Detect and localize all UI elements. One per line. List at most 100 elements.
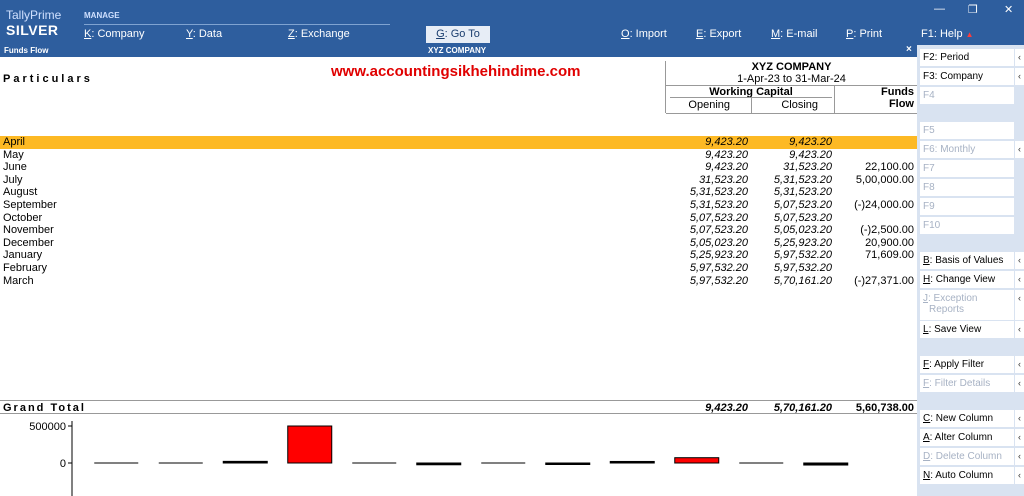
sidebar-exception-button[interactable]: J: Exception Reports: [920, 290, 1014, 320]
table-row[interactable]: July 31,523.20 5,31,523.20 5,00,000.00: [0, 174, 917, 187]
sidebar-alter-column-button[interactable]: A: Alter Column: [920, 429, 1014, 446]
menu-exchange[interactable]: Z: Exchange: [288, 28, 350, 40]
column-separator: [834, 86, 835, 113]
sidebar-f7-button[interactable]: F7: [920, 160, 1014, 177]
row-funds-flow: 22,100.00: [865, 161, 914, 174]
grand-total-flow: 5,60,738.00: [855, 402, 914, 414]
expand-arrow-icon[interactable]: ‹: [1015, 356, 1024, 373]
table-row[interactable]: May 9,423.20 9,423.20: [0, 149, 917, 162]
table-row[interactable]: January 5,25,923.20 5,97,532.20 71,609.00: [0, 249, 917, 262]
row-opening: 5,31,523.20: [689, 199, 748, 211]
row-funds-flow: (-)24,000.00: [854, 199, 914, 211]
row-closing: 5,07,523.20: [773, 199, 832, 211]
row-closing: 31,523.20: [783, 161, 832, 174]
manage-label: MANAGE: [84, 11, 120, 20]
menu-import[interactable]: O: Import: [621, 28, 667, 40]
expand-arrow-icon[interactable]: ‹: [1015, 448, 1024, 465]
sidebar-delete-column-button[interactable]: D: Delete Column: [920, 448, 1014, 465]
sidebar-f5-button[interactable]: F5: [920, 122, 1014, 139]
row-opening: 5,25,923.20: [689, 249, 748, 262]
row-closing: 5,25,923.20: [773, 236, 832, 249]
row-particular: August: [3, 186, 38, 199]
row-closing: 5,05,023.20: [773, 224, 832, 237]
menu-email[interactable]: M: E-mail: [771, 28, 817, 40]
table-row[interactable]: February 5,97,532.20 5,97,532.20: [0, 262, 917, 275]
table-row[interactable]: June 9,423.20 31,523.20 22,100.00: [0, 161, 917, 174]
chart-bar: [416, 462, 462, 466]
row-opening: 5,97,532.20: [689, 262, 748, 274]
sidebar-change-view-button[interactable]: H: Change View: [920, 271, 1014, 288]
expand-arrow-icon[interactable]: ‹: [1015, 410, 1024, 427]
row-funds-flow: (-)2,500.00: [860, 224, 914, 237]
flow-header: Flow: [888, 98, 914, 110]
row-particular: September: [3, 199, 57, 211]
table-row[interactable]: April 9,423.20 9,423.20: [0, 136, 917, 149]
table-row[interactable]: October 5,07,523.20 5,07,523.20: [0, 212, 917, 225]
expand-arrow-icon[interactable]: ‹: [1015, 429, 1024, 446]
chart-bar: [803, 462, 849, 466]
row-particular: October: [3, 211, 43, 224]
chart-bar: [609, 460, 655, 464]
sidebar-company-button[interactable]: F3: Company: [920, 68, 1014, 85]
table-row[interactable]: August 5,31,523.20 5,31,523.20: [0, 186, 917, 199]
table-row[interactable]: December 5,05,023.20 5,25,923.20 20,900.00: [0, 237, 917, 250]
expand-arrow-icon[interactable]: ‹: [1015, 252, 1024, 269]
row-opening: 5,97,532.20: [689, 274, 748, 287]
report-body: Particulars www.accountingsikhehindime.c…: [0, 57, 917, 496]
funds-header: Funds: [881, 86, 914, 98]
app-name: TallyPrime: [6, 8, 62, 22]
sidebar-new-column-button[interactable]: C: New Column: [920, 410, 1014, 427]
table-row[interactable]: November 5,07,523.20 5,05,023.20 (-)2,500.0…: [0, 224, 917, 237]
menu-export[interactable]: E: Export: [696, 28, 741, 40]
expand-arrow-icon[interactable]: ‹: [1015, 321, 1024, 338]
expand-arrow-icon[interactable]: ‹: [1015, 290, 1024, 320]
row-opening: 5,31,523.20: [689, 186, 748, 199]
table-row[interactable]: September 5,31,523.20 5,07,523.20 (-)24,000…: [0, 199, 917, 212]
expand-arrow-icon[interactable]: ‹: [1015, 271, 1024, 288]
header-company: XYZ COMPANY: [751, 61, 832, 73]
column-header: XYZ COMPANY 1-Apr-23 to 31-Mar-24: [666, 61, 917, 87]
row-closing: 5,97,532.20: [773, 262, 832, 274]
close-window-icon[interactable]: ✕: [1004, 3, 1013, 16]
row-closing: 5,70,161.20: [773, 274, 832, 287]
sidebar-basis-of-values-button[interactable]: B: Basis of Values: [920, 252, 1014, 269]
chart-bar: [545, 462, 591, 465]
sidebar-filter-details-button[interactable]: F: Filter Details: [920, 375, 1014, 392]
expand-arrow-icon[interactable]: ‹: [1015, 68, 1024, 85]
grand-total-label: Grand Total: [3, 402, 86, 414]
expand-arrow-icon[interactable]: ‹: [1015, 467, 1024, 484]
funds-flow-chart: 500000 0: [29, 421, 849, 496]
expand-arrow-icon[interactable]: ‹: [1015, 375, 1024, 392]
expand-arrow-icon[interactable]: ‹: [1015, 49, 1024, 66]
expand-arrow-icon[interactable]: ‹: [1015, 141, 1024, 158]
particulars-header: Particulars: [3, 73, 93, 85]
row-particular: April: [3, 136, 26, 148]
manage-divider: [84, 24, 390, 25]
menu-data[interactable]: Y: Data: [186, 28, 222, 40]
table-row[interactable]: March 5,97,532.20 5,70,161.20 (-)27,371.00: [0, 275, 917, 288]
menu-help[interactable]: F1: Help ▲: [921, 28, 974, 40]
sidebar-period-button[interactable]: F2: Period: [920, 49, 1014, 66]
menu-company[interactable]: K: Company: [84, 28, 145, 40]
sidebar-f8-button[interactable]: F8: [920, 179, 1014, 196]
row-particular: December: [3, 236, 54, 249]
sidebar-f4-button[interactable]: F4: [920, 87, 1014, 104]
app-edition: SILVER: [6, 22, 59, 38]
row-particular: June: [3, 161, 27, 174]
menu-goto[interactable]: G: Go To: [426, 26, 490, 43]
menu-print[interactable]: P: Print: [846, 28, 882, 40]
y-tick-label: 500000: [29, 421, 66, 433]
sidebar-apply-filter-button[interactable]: F: Apply Filter: [920, 356, 1014, 373]
top-bar: TallyPrime SILVER MANAGE K: Company Y: D…: [0, 0, 1024, 45]
sidebar-f9-button[interactable]: F9: [920, 198, 1014, 215]
row-opening: 31,523.20: [699, 173, 748, 186]
grand-total-opening: 9,423.20: [705, 402, 748, 414]
sidebar-f10-button[interactable]: F10: [920, 217, 1014, 234]
sidebar-monthly-button[interactable]: F6: Monthly: [920, 141, 1014, 158]
close-report-icon[interactable]: ×: [906, 44, 912, 55]
minimize-icon[interactable]: —: [934, 3, 945, 15]
sidebar-save-view-button[interactable]: L: Save View: [920, 321, 1014, 338]
help-alert-icon: ▲: [965, 30, 974, 39]
restore-icon[interactable]: ❐: [968, 3, 978, 16]
sidebar-auto-column-button[interactable]: N: Auto Column: [920, 467, 1014, 484]
